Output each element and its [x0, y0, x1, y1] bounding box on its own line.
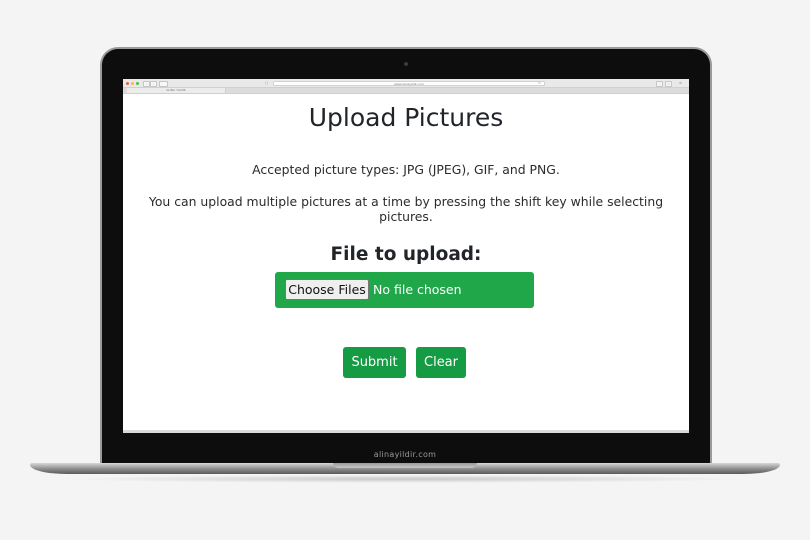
- tab-strip: ALINA YILDIR: [123, 88, 689, 94]
- laptop-brand-caption: alinayildir.com: [373, 450, 437, 459]
- webcam: [404, 62, 408, 66]
- horizontal-scrollbar[interactable]: [123, 430, 689, 433]
- forward-button[interactable]: ›: [150, 81, 157, 87]
- browser-window: ‹ › ◯ www.alinayildir.com ↻ ↑ □ ⚙ ALINA …: [123, 79, 689, 433]
- shield-icon: ◯: [264, 81, 269, 85]
- file-upload-heading: File to upload:: [330, 244, 482, 265]
- submit-button[interactable]: Submit: [343, 347, 406, 378]
- laptop-hinge-notch: [333, 463, 477, 468]
- clear-button[interactable]: Clear: [416, 347, 466, 378]
- choose-files-button[interactable]: Choose Files: [285, 279, 369, 300]
- share-icon[interactable]: ↑: [656, 81, 663, 87]
- file-input[interactable]: Choose Files No file chosen: [275, 272, 534, 308]
- laptop-mockup: ‹ › ◯ www.alinayildir.com ↻ ↑ □ ⚙ ALINA …: [0, 0, 810, 540]
- address-bar-url: www.alinayildir.com: [394, 82, 424, 86]
- gear-icon[interactable]: ⚙: [678, 81, 683, 85]
- reload-icon[interactable]: ↻: [537, 81, 542, 85]
- file-status-text: No file chosen: [373, 282, 462, 297]
- page-title: Upload Pictures: [308, 103, 504, 132]
- address-bar[interactable]: www.alinayildir.com: [273, 81, 545, 86]
- sidebar-icon[interactable]: [159, 81, 168, 87]
- browser-toolbar: ‹ › ◯ www.alinayildir.com ↻ ↑ □ ⚙: [123, 79, 689, 88]
- tab-active[interactable]: ALINA YILDIR: [127, 88, 226, 93]
- tab-title: ALINA YILDIR: [166, 88, 186, 92]
- accepted-types-text: Accepted picture types: JPG (JPEG), GIF,…: [252, 162, 560, 177]
- minimize-window-icon[interactable]: [131, 82, 134, 85]
- laptop-shadow: [60, 475, 750, 483]
- maximize-window-icon[interactable]: [136, 82, 139, 85]
- multi-upload-hint: You can upload multiple pictures at a ti…: [148, 194, 664, 224]
- tabs-icon[interactable]: □: [665, 81, 672, 87]
- close-window-icon[interactable]: [126, 82, 129, 85]
- back-button[interactable]: ‹: [143, 81, 150, 87]
